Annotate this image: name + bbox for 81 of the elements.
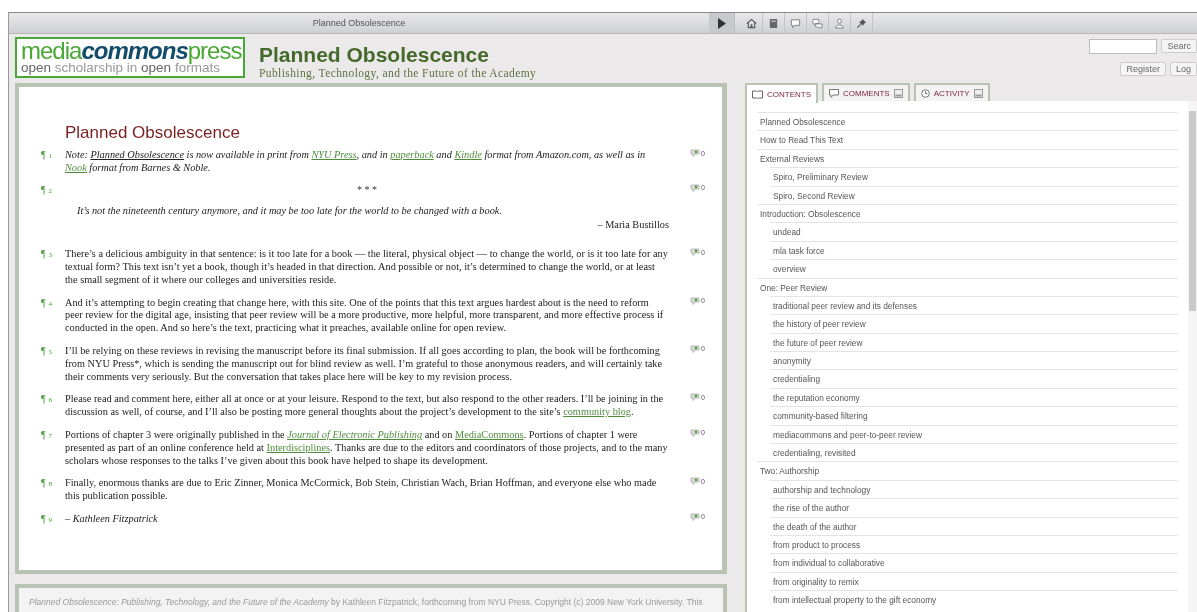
paragraph-text: Portions of chapter 3 were originally published in the Journal of Electronic Publishing and on MediaCommons. Portions of chapter 1 were presented as part of an online conference held at Interdisciplines. Thanks are due to the editors and coordinators of those projects, and to the many scholars whose responses to the talks I’ve given about this book have helped to shape its development. (65, 428, 669, 468)
search-field[interactable] (1089, 39, 1158, 54)
comment-bubble-icon (690, 183, 701, 192)
paragraph-text: There’s a delicious ambiguity in that sentence: is it too late for a book — the literal, physical object — to change the world, or is it too late for any textual form? This text isn’t yet a book, though it’s headed in that direction. And possible or not, it’s determined to change the world, or at least the small segment of it where our colleges and universities reside. (65, 248, 669, 287)
paragraph-text: I’ll be relying on these reviews in revising the manuscript before its final submission. If all goes according to plan, the book will be forthcoming from NYU Press*, which is sending the manuscript out for blind review as well. I’m grateful to those anonymous readers, and will certainly take their comments very seriously. But the conversation that takes place here will be key to my revision process. (65, 344, 664, 384)
paragraph-text: – Kathleen Fitzpatrick (65, 512, 159, 526)
book-title-link[interactable]: Planned Obsolescence (90, 149, 184, 160)
contents-item[interactable]: from intellectual property to the gift economy (770, 590, 1178, 609)
contents-item[interactable]: traditional peer review and its defenses (770, 295, 1178, 315)
paragraph-text: Finally, enormous thanks are due to Eric Zinner, Monica McCormick, Bob Stein, Christian Wach, Brian Hoffman, and everyone else who made this publication possible. (65, 477, 658, 503)
contents-item[interactable]: community-based filtering (770, 406, 1178, 425)
contents-item[interactable]: the history of peer review (770, 314, 1178, 333)
epigraph-quote: It’s not the nineteenth century anymore, and it may be too late for the world to be changed with a book. (77, 204, 503, 218)
contents-item[interactable]: the reputation economy (770, 387, 1178, 407)
comment-bubble-icon (690, 344, 701, 353)
contents-item[interactable]: authorship and technology (770, 479, 1178, 499)
text-link[interactable]: Nook (65, 161, 87, 173)
clock-icon (920, 88, 930, 98)
comment-icon (829, 88, 839, 98)
contents-item[interactable]: from individual to collaborative (770, 553, 1178, 572)
section-separator: * * * (356, 183, 378, 196)
contents-item[interactable]: Spiro, Preliminary Review (770, 167, 1178, 186)
contents-item[interactable]: undead (770, 222, 1178, 241)
contents-item[interactable]: the future of peer review (770, 332, 1178, 352)
sidebar-tab[interactable]: CONTENTS (745, 83, 818, 103)
text-link[interactable]: Kindle (454, 149, 482, 160)
sidebar-tab[interactable]: ACTIVITY (913, 83, 990, 101)
contents-item[interactable]: Two: Authorship (757, 461, 1178, 480)
play-button[interactable] (709, 13, 735, 33)
comment-bubble-icon (690, 393, 701, 402)
comment-bubble-icon (690, 512, 701, 521)
home-icon (746, 17, 757, 29)
contents-item[interactable]: External Reviews (757, 148, 1178, 168)
minimize-icon (893, 88, 903, 98)
contents-item[interactable]: from product to process (770, 535, 1178, 554)
contents-item[interactable]: How to Read This Text (757, 130, 1178, 149)
minimize-icon (973, 88, 983, 98)
contents-item[interactable]: overview (770, 259, 1178, 278)
book-icon (768, 17, 779, 29)
comment-icon (790, 17, 801, 29)
paragraph-text: Note: Planned Obsolescence is now available in print from NYU Press, and in paperback and Kindle format from Amazon.com, as well as in Nook format from Barnes & Noble. (65, 149, 647, 175)
paragraph-text: Please read and comment here, either all at once or at your leisure. Respond to the text, but also respond to the other readers. I’ll be joining in the discussion as well, of course, and I’ll also be posting more general thoughts about the project’s development to the site’s community blog. (65, 393, 665, 419)
sidebar-tab[interactable]: COMMENTS (822, 83, 910, 101)
window-title: Planned Obsolescence (312, 18, 406, 28)
quote-attribution: – Maria Bustillos (596, 219, 669, 233)
contents-item[interactable]: mla task force (770, 240, 1178, 260)
contents-item[interactable]: anonymity (770, 351, 1178, 370)
contents-item[interactable]: mediacommons and peer-to-peer review (770, 424, 1178, 444)
contents-item[interactable]: credentialing (770, 369, 1178, 388)
paragraph-text: And it’s attempting to begin creating that change here, with this site. One of the points that this text argues hardest about is the need to reform peer review for the digital age, insisting that peer review will be a more productive, more helpful, more transparent, and more effective process if conducted in the open. And so here’s the text, practicing what it preaches, available online for open review. (65, 296, 665, 335)
contents-item[interactable]: Spiro, Second Review (770, 185, 1178, 204)
text-link[interactable]: Journal of Electronic Publishing (287, 428, 423, 440)
pin-icon (856, 17, 867, 29)
contents-item[interactable]: from originality to remix (770, 571, 1178, 591)
play-icon (717, 17, 726, 29)
contents-item[interactable]: credentialing, revisited (770, 443, 1178, 462)
text-link[interactable]: MediaCommons (455, 428, 524, 440)
contents-item[interactable]: Planned Obsolescence (757, 112, 1178, 131)
text-link[interactable]: NYU Press (311, 149, 357, 160)
comments-icon (812, 17, 823, 29)
contents-item[interactable]: Introduction: Obsolescence (757, 203, 1178, 223)
comment-bubble-icon (690, 248, 701, 257)
document-heading: Planned Obsolescence (65, 123, 241, 143)
contents-item[interactable]: One: Peer Review (757, 277, 1178, 296)
comment-bubble-icon (690, 149, 701, 157)
text-link[interactable]: paperback (390, 149, 434, 160)
site-title: Planned Obsolescence (259, 42, 490, 67)
contents-item[interactable]: the rise of the author (770, 498, 1178, 517)
search-button[interactable]: Searc (1161, 39, 1197, 53)
comment-bubble-icon (690, 428, 701, 437)
copyright-text: Planned Obsolescence: Publishing, Technology, and the Future of the Academy by Kathleen Fitzpatrick, forthcoming from NYU Press. Copyright (c) 2009 New York University. This (29, 596, 704, 608)
scrollbar[interactable] (1188, 101, 1197, 612)
text-link[interactable]: community blog (563, 406, 631, 418)
site-subtitle: Publishing, Technology, and the Future of the Academy (259, 66, 538, 79)
user-icon (834, 17, 845, 29)
login-button[interactable]: Log (1169, 62, 1197, 76)
book-icon (752, 89, 763, 99)
contents-item[interactable]: the death of the author (770, 516, 1178, 535)
comment-bubble-icon (690, 477, 701, 486)
comment-bubble-icon (690, 296, 701, 305)
register-button[interactable]: Register (1120, 62, 1166, 76)
